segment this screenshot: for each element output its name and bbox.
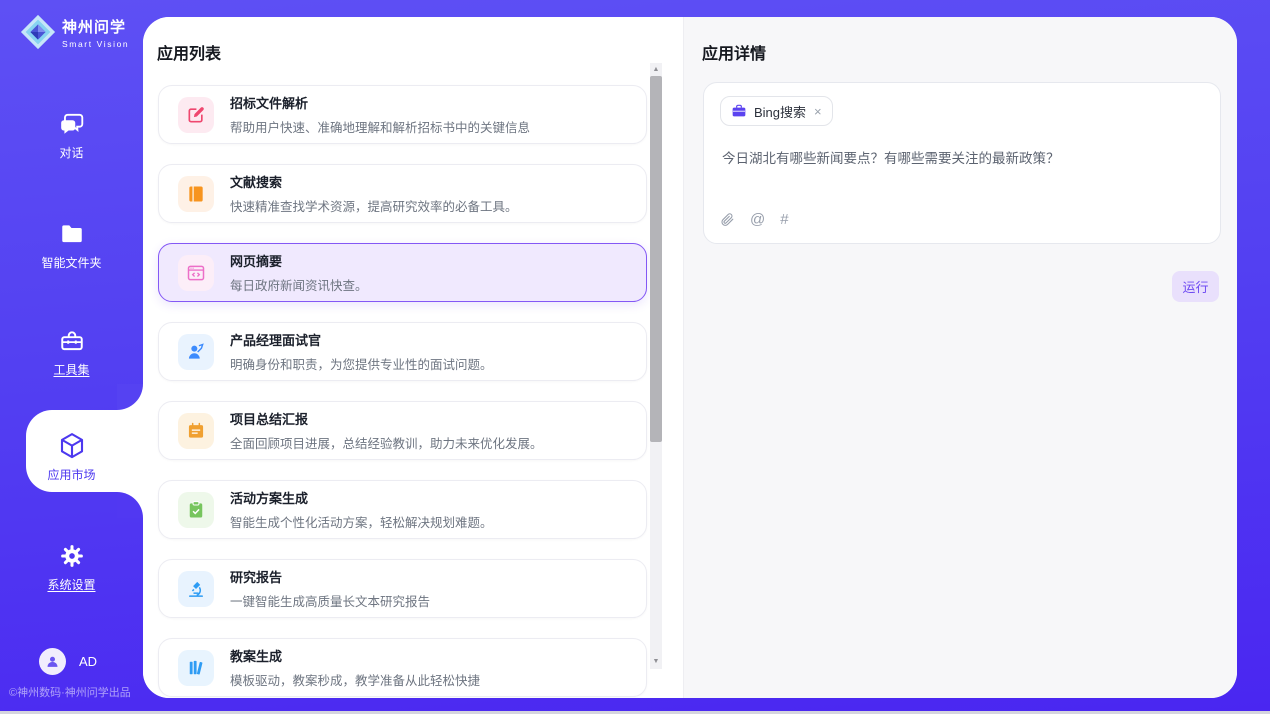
active-tab-fillet-top — [117, 384, 143, 410]
app-card[interactable]: 教案生成 模板驱动，教案秒成，教学准备从此轻松快捷 — [158, 638, 647, 697]
app-title: 招标文件解析 — [230, 93, 530, 112]
microscope-icon — [178, 571, 214, 607]
app-description: 智能生成个性化活动方案，轻松解决规划难题。 — [230, 512, 493, 531]
logo-title: 神州问学 — [62, 16, 129, 37]
books-icon — [178, 650, 214, 686]
sidebar-item-settings[interactable]: 系统设置 — [0, 543, 143, 593]
scrollbar-thumb[interactable] — [650, 76, 662, 442]
app-description: 帮助用户快速、准确地理解和解析招标书中的关键信息 — [230, 117, 530, 136]
book-icon — [178, 176, 214, 212]
main-content: 应用列表 招标文件解析 帮助用户快速、准确地理解和解析招标书中的关键信息 文献搜… — [143, 17, 1237, 698]
sidebar-item-app-market[interactable]: 应用市场 — [0, 431, 143, 483]
browser-code-icon — [178, 255, 214, 291]
app-card[interactable]: 研究报告 一键智能生成高质量长文本研究报告 — [158, 559, 647, 618]
app-detail-title: 应用详情 — [702, 40, 766, 64]
app-description: 明确身份和职责，为您提供专业性的面试问题。 — [230, 354, 493, 373]
app-list-panel: 应用列表 招标文件解析 帮助用户快速、准确地理解和解析招标书中的关键信息 文献搜… — [143, 17, 683, 698]
paperclip-icon[interactable] — [720, 212, 735, 227]
app-title: 网页摘要 — [230, 251, 368, 270]
sidebar-item-label: 智能文件夹 — [0, 254, 143, 271]
app-detail-panel: 应用详情 Bing搜索 × 今日湖北有哪些新闻要点？有哪些需要关注的最新政策？ … — [683, 17, 1237, 698]
app-card[interactable]: 招标文件解析 帮助用户快速、准确地理解和解析招标书中的关键信息 — [158, 85, 647, 144]
briefcase-icon — [731, 103, 747, 119]
tool-tag-label: Bing搜索 — [754, 102, 806, 121]
copyright-note: ©神州数码·神州问学出品 — [9, 684, 131, 700]
calendar-note-icon — [178, 413, 214, 449]
hashtag-icon[interactable]: # — [780, 212, 788, 227]
prompt-card[interactable]: Bing搜索 × 今日湖北有哪些新闻要点？有哪些需要关注的最新政策？ @ # — [703, 82, 1221, 244]
avatar — [39, 648, 66, 675]
sidebar-item-chat[interactable]: 对话 — [0, 111, 143, 161]
sidebar-item-label: 工具集 — [0, 361, 143, 378]
app-title: 项目总结汇报 — [230, 409, 543, 428]
mention-icon[interactable]: @ — [750, 212, 765, 227]
sidebar-item-smart-folder[interactable]: 智能文件夹 — [0, 221, 143, 271]
person-icon — [45, 654, 60, 669]
logo-subtitle: Smart Vision — [62, 39, 129, 49]
app-title: 产品经理面试官 — [230, 330, 493, 349]
cube-icon — [57, 431, 87, 461]
chat-icon — [59, 111, 85, 137]
app-card[interactable]: 网页摘要 每日政府新闻资讯快查。 — [158, 243, 647, 302]
app-description: 模板驱动，教案秒成，教学准备从此轻松快捷 — [230, 670, 480, 689]
app-description: 每日政府新闻资讯快查。 — [230, 275, 368, 294]
app-card[interactable]: 项目总结汇报 全面回顾项目进展，总结经验教训，助力未来优化发展。 — [158, 401, 647, 460]
app-card[interactable]: 活动方案生成 智能生成个性化活动方案，轻松解决规划难题。 — [158, 480, 647, 539]
folder-icon — [59, 221, 85, 247]
app-card-list: 招标文件解析 帮助用户快速、准确地理解和解析招标书中的关键信息 文献搜索 快速精… — [158, 85, 647, 698]
app-title: 研究报告 — [230, 567, 430, 586]
app-title: 教案生成 — [230, 646, 480, 665]
user-name: AD — [79, 654, 97, 669]
close-icon[interactable]: × — [814, 105, 822, 118]
gear-icon — [59, 543, 85, 569]
person-interview-icon — [178, 334, 214, 370]
user-account[interactable]: AD — [39, 648, 97, 675]
sidebar-item-toolset[interactable]: 工具集 — [0, 328, 143, 378]
toolbox-icon — [59, 328, 85, 354]
app-description: 一键智能生成高质量长文本研究报告 — [230, 591, 430, 610]
tool-tag-bing-search[interactable]: Bing搜索 × — [720, 96, 833, 126]
sidebar-item-label: 应用市场 — [0, 466, 143, 483]
app-description: 快速精准查找学术资源，提高研究效率的必备工具。 — [230, 196, 518, 215]
app-list-title: 应用列表 — [157, 40, 221, 64]
clipboard-check-icon — [178, 492, 214, 528]
sidebar-item-label: 系统设置 — [0, 576, 143, 593]
gem-logo-icon — [19, 13, 57, 51]
scrollbar-up-arrow[interactable]: ▲ — [650, 64, 662, 76]
scrollbar[interactable]: ▲ ▼ — [650, 63, 662, 669]
sidebar: 神州问学 Smart Vision 对话 智能文件夹 工具集 应用市场 系统设置… — [0, 0, 143, 714]
sidebar-item-label: 对话 — [0, 144, 143, 161]
scrollbar-down-arrow[interactable]: ▼ — [650, 656, 662, 668]
active-tab-fillet-bottom — [117, 492, 143, 518]
run-button[interactable]: 运行 — [1172, 271, 1219, 302]
app-logo: 神州问学 Smart Vision — [19, 13, 129, 51]
attach-toolbar: @ # — [720, 212, 804, 227]
query-input[interactable]: 今日湖北有哪些新闻要点？有哪些需要关注的最新政策？ — [722, 147, 1202, 167]
app-card[interactable]: 文献搜索 快速精准查找学术资源，提高研究效率的必备工具。 — [158, 164, 647, 223]
app-title: 活动方案生成 — [230, 488, 493, 507]
edit-square-icon — [178, 97, 214, 133]
app-description: 全面回顾项目进展，总结经验教训，助力未来优化发展。 — [230, 433, 543, 452]
app-title: 文献搜索 — [230, 172, 518, 191]
app-card[interactable]: 产品经理面试官 明确身份和职责，为您提供专业性的面试问题。 — [158, 322, 647, 381]
